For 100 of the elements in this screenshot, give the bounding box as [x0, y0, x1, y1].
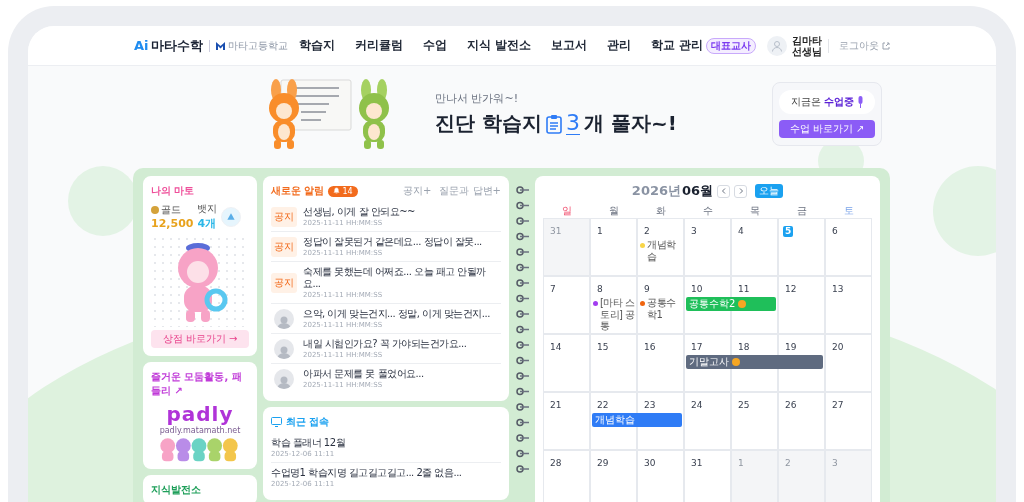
hero-title: 진단 학습지 — [435, 110, 542, 137]
calendar-day-number[interactable]: 9 — [642, 284, 652, 295]
notice-tag: 공지 — [271, 236, 297, 257]
card-title: 지식발전소 — [151, 483, 202, 497]
nav-link[interactable]: 보고서 — [550, 37, 587, 54]
clipboard-icon — [545, 113, 562, 134]
calendar-day-number[interactable]: 14 — [548, 342, 564, 353]
chevron-left-icon — [720, 188, 727, 194]
weekday-label: 금 — [795, 204, 808, 218]
status-label: 지금은 — [790, 95, 821, 109]
school-logo-icon — [215, 41, 225, 50]
notification-title[interactable]: 선생님, 이게 잘 안되요~~ — [303, 206, 415, 218]
calendar-day-number[interactable]: 8 — [595, 284, 605, 295]
card-title: 즐거운 모둠활동, 패들리 ↗ — [151, 370, 243, 398]
event-bar[interactable]: 기말고사 — [686, 355, 823, 369]
weekday-label: 월 — [607, 204, 620, 218]
calendar-day-number[interactable]: 23 — [642, 400, 658, 411]
calendar-day-number[interactable]: 4 — [736, 226, 746, 237]
calendar-day-number[interactable]: 20 — [830, 342, 846, 353]
calendar-day-number[interactable]: 29 — [595, 458, 611, 469]
role-badge: 대표교사 — [705, 37, 756, 54]
card-title: 나의 마토 — [151, 184, 196, 198]
calendar-day-number[interactable]: 6 — [830, 226, 840, 237]
calendar-day-number[interactable]: 15 — [595, 342, 611, 353]
calendar-day-number[interactable]: 3 — [689, 226, 699, 237]
calendar-day-number[interactable]: 7 — [548, 284, 558, 295]
notification-title[interactable]: 으악, 이게 맞는건지... 정말, 이게 맞는건지... — [303, 308, 490, 320]
nav-link[interactable]: 지식 발전소 — [466, 37, 531, 54]
badge-icon[interactable] — [221, 206, 242, 227]
calendar-day-number[interactable]: 27 — [830, 400, 846, 411]
calendar-day-number[interactable]: 31 — [689, 458, 705, 469]
user-avatar-icon[interactable] — [767, 35, 787, 56]
calendar-day-number[interactable]: 17 — [689, 342, 705, 353]
notification-title[interactable]: 내일 시험인가요? 꼭 가야되는건가요... — [303, 338, 467, 350]
calendar-day-number[interactable]: 26 — [783, 400, 799, 411]
coin-icon — [151, 206, 159, 214]
calendar-year: 2026년 — [631, 182, 682, 200]
notification-title[interactable]: 숙제를 못했는데 어쩌죠... 오늘 패고 안될까요... — [303, 266, 501, 290]
calendar-day-number[interactable]: 18 — [736, 342, 752, 353]
weekday-label: 수 — [701, 204, 714, 218]
avatar-icon — [274, 308, 294, 329]
calendar-day-number[interactable]: 10 — [689, 284, 705, 295]
recent-item-title[interactable]: 학습 플래너 12월 — [271, 437, 346, 449]
calendar-day-number[interactable]: 30 — [642, 458, 658, 469]
avatar-icon — [274, 368, 294, 389]
next-month-button[interactable] — [734, 184, 748, 198]
worksheet-count: 3 — [565, 112, 580, 135]
currency-label: 골드 — [161, 203, 181, 217]
logo-mark: Ai — [134, 38, 149, 53]
padly-logo: padly — [166, 402, 234, 426]
nav-link[interactable]: 수업 — [422, 37, 447, 54]
external-link-icon — [882, 41, 890, 50]
logo-text[interactable]: 마타수학 — [150, 36, 203, 55]
calendar-day-number[interactable]: 2 — [642, 226, 652, 237]
calendar-day-number[interactable]: 22 — [595, 400, 611, 411]
calendar-day-number[interactable]: 1 — [595, 226, 605, 237]
weekday-label: 토 — [842, 204, 855, 218]
calendar-day-number[interactable]: 16 — [642, 342, 658, 353]
user-name: 김마타 선생님 — [792, 34, 822, 57]
calendar-day-number[interactable]: 24 — [689, 400, 705, 411]
notification-title[interactable]: 정답이 잘못된거 같은데요... 정답이 잘못... — [303, 236, 482, 248]
nav-link[interactable]: 커리큘럼 — [354, 37, 403, 54]
weekday-label: 화 — [654, 204, 667, 218]
calendar-day-number[interactable]: 13 — [830, 284, 846, 295]
go-to-class-button[interactable]: 수업 바로가기 ↗ — [779, 120, 875, 138]
calendar-day-number[interactable]: 21 — [548, 400, 564, 411]
padly-url: padly.matamath.net — [158, 426, 242, 435]
event-label[interactable]: 개념학습 — [647, 239, 682, 262]
padly-card[interactable]: 즐거운 모둠활동, 패들리 ↗ padly padly.matamath.net — [143, 362, 257, 469]
recent-item-title[interactable]: 수업명1 학습지명 길고길고길고... 2줄 없음... — [271, 467, 462, 479]
nav-link[interactable]: 학습지 — [298, 37, 335, 54]
event-label[interactable]: [마타 스토리] 공통 — [600, 297, 635, 332]
microphone-icon — [856, 96, 864, 108]
school-name: 마타고등학교 — [227, 38, 288, 53]
previous-month-button[interactable] — [717, 184, 731, 198]
nav-link[interactable]: 학교 관리 — [650, 37, 703, 54]
nav-link[interactable]: 관리 — [606, 37, 631, 54]
card-title: 최근 접속 — [286, 415, 330, 429]
notification-title[interactable]: 아파서 문제를 못 풀었어요... — [303, 368, 424, 380]
calendar-day-number[interactable]: 19 — [783, 342, 799, 353]
calendar-day-number[interactable]: 28 — [548, 458, 564, 469]
notice-tag: 공지 — [271, 206, 297, 227]
badge-count: 4개 — [197, 216, 218, 231]
calendar-day-number[interactable]: 11 — [736, 284, 752, 295]
notice-tag: 공지 — [271, 272, 297, 293]
weekday-label: 일 — [560, 204, 573, 218]
badge-label: 뱃지 — [197, 202, 218, 216]
notification-count: 14 — [328, 185, 358, 197]
calendar-day-number[interactable]: 25 — [736, 400, 752, 411]
event-label[interactable]: 공통수학1 — [647, 297, 682, 320]
event-bar[interactable]: 개념학습 — [592, 413, 682, 427]
weekday-label: 목 — [748, 204, 761, 218]
card-title: 새로운 알림 — [271, 184, 325, 198]
hero-title-suffix: 개 풀자~! — [583, 110, 677, 137]
status-value: 수업중 — [823, 95, 854, 109]
calendar-month: 06월 — [682, 182, 714, 200]
avatar-icon — [274, 338, 294, 359]
calendar-day-number[interactable]: 12 — [783, 284, 799, 295]
currency-amount: 12,500 — [151, 217, 194, 230]
greeting-text: 만나서 반가워~! — [435, 91, 520, 106]
